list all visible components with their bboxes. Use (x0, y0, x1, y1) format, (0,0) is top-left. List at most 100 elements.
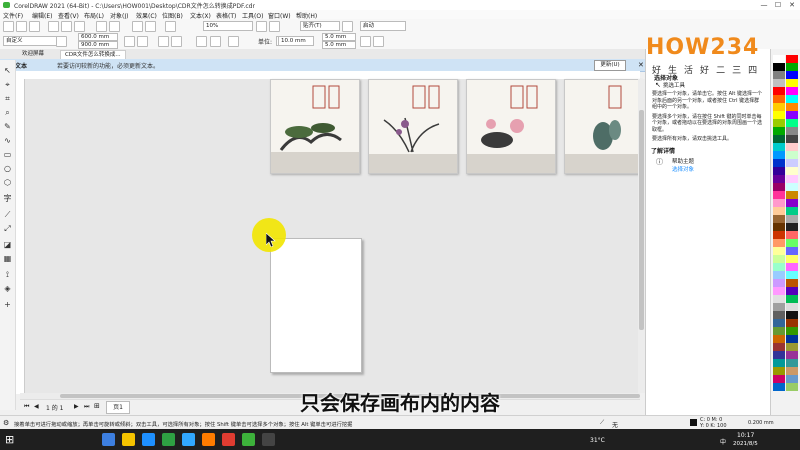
page-tab[interactable]: 页1 (106, 401, 130, 414)
color-swatch[interactable] (773, 63, 785, 71)
import-icon[interactable] (132, 21, 143, 32)
color-swatch[interactable] (786, 143, 798, 151)
color-swatch[interactable] (786, 343, 798, 351)
color-swatch[interactable] (773, 135, 785, 143)
full-screen-icon[interactable] (256, 21, 267, 32)
color-swatch[interactable] (786, 103, 798, 111)
update-button[interactable]: 更新(U) (594, 60, 626, 71)
current-page-icon[interactable] (171, 36, 182, 47)
last-page-icon[interactable]: ⏭ (84, 403, 89, 411)
maximize-button[interactable]: ☐ (771, 0, 785, 10)
color-swatch[interactable] (786, 247, 798, 255)
color-swatch[interactable] (773, 111, 785, 119)
color-swatch[interactable] (786, 319, 798, 327)
drop-shadow-icon[interactable]: ◪ (3, 240, 12, 249)
color-swatch[interactable] (773, 223, 785, 231)
color-swatch[interactable] (786, 303, 798, 311)
nudge-distance-input[interactable]: 10.0 mm (278, 36, 314, 46)
color-swatch[interactable] (773, 183, 785, 191)
color-swatch[interactable] (786, 359, 798, 367)
color-swatch[interactable] (786, 87, 798, 95)
portrait-icon[interactable] (124, 36, 135, 47)
blank-page[interactable] (270, 238, 362, 373)
color-swatch[interactable] (786, 127, 798, 135)
export-icon[interactable] (145, 21, 156, 32)
color-swatch[interactable] (786, 135, 798, 143)
duplicate-y-input[interactable]: 5.0 mm (322, 41, 356, 49)
color-swatch[interactable] (773, 167, 785, 175)
shape-tool-icon[interactable]: ⌖ (3, 80, 12, 89)
color-swatch[interactable] (773, 255, 785, 263)
rulers-icon[interactable] (269, 21, 280, 32)
artwork-page-4[interactable] (564, 79, 641, 174)
color-swatch[interactable] (773, 127, 785, 135)
tab-welcome[interactable]: 欢迎屏幕 (18, 50, 49, 59)
color-swatch[interactable] (773, 103, 785, 111)
close-button[interactable]: ✕ (785, 0, 799, 10)
help-topic-link[interactable]: 选择对象 (672, 165, 694, 173)
zoom-level-select[interactable]: 10% (203, 21, 253, 31)
next-page-icon[interactable]: ▶ (74, 403, 79, 410)
color-swatch[interactable] (773, 279, 785, 287)
color-swatch[interactable] (786, 207, 798, 215)
text-tool-icon[interactable]: 字 (3, 194, 12, 203)
artwork-page-2[interactable] (368, 79, 458, 174)
clock-date[interactable]: 2021/8/5 (733, 441, 758, 447)
color-swatch[interactable] (773, 359, 785, 367)
color-swatch[interactable] (786, 63, 798, 71)
coreldraw-taskbar-icon[interactable] (242, 433, 255, 446)
color-swatch[interactable] (786, 111, 798, 119)
color-swatch[interactable] (773, 79, 785, 87)
color-swatch[interactable] (786, 311, 798, 319)
polygon-tool-icon[interactable]: ⬡ (3, 178, 12, 187)
color-swatch[interactable] (773, 327, 785, 335)
color-swatch[interactable] (773, 55, 785, 63)
color-swatch[interactable] (773, 199, 785, 207)
color-swatch[interactable] (773, 303, 785, 311)
color-swatch[interactable] (786, 167, 798, 175)
color-swatch[interactable] (773, 271, 785, 279)
color-swatch[interactable] (786, 199, 798, 207)
color-swatch[interactable] (786, 175, 798, 183)
ellipse-tool-icon[interactable]: ○ (3, 164, 12, 173)
options-icon[interactable] (373, 36, 384, 47)
color-swatch[interactable] (773, 151, 785, 159)
color-swatch[interactable] (786, 183, 798, 191)
artistic-media-icon[interactable]: ∿ (3, 136, 12, 145)
cut-icon[interactable] (48, 21, 59, 32)
color-swatch[interactable] (773, 71, 785, 79)
color-swatch[interactable] (786, 71, 798, 79)
redo-icon[interactable] (109, 21, 120, 32)
color-swatch[interactable] (773, 159, 785, 167)
options-gear-icon[interactable] (342, 21, 353, 32)
first-page-icon[interactable]: ⏮ (24, 403, 29, 411)
color-swatch[interactable] (773, 311, 785, 319)
color-swatch[interactable] (786, 231, 798, 239)
color-swatch[interactable] (773, 319, 785, 327)
color-swatch[interactable] (773, 375, 785, 383)
color-swatch[interactable] (773, 215, 785, 223)
artwork-page-3[interactable] (466, 79, 556, 174)
photoshop-icon[interactable] (182, 433, 195, 446)
color-swatch[interactable] (773, 295, 785, 303)
windows-start-icon[interactable]: ⊞ (5, 433, 14, 446)
screen-recorder-icon[interactable] (262, 433, 275, 446)
save-icon[interactable] (29, 21, 40, 32)
color-swatch[interactable] (773, 239, 785, 247)
color-swatch[interactable] (773, 207, 785, 215)
page-preset-select[interactable]: 自定义 (3, 36, 57, 46)
vertical-scroll-thumb[interactable] (639, 110, 644, 330)
color-swatch[interactable] (786, 191, 798, 199)
color-swatch[interactable] (786, 223, 798, 231)
launch-select[interactable]: 启动 (360, 21, 406, 31)
freehand-tool-icon[interactable]: ✎ (3, 122, 12, 131)
color-swatch[interactable] (773, 343, 785, 351)
color-swatch[interactable] (773, 87, 785, 95)
copy-icon[interactable] (61, 21, 72, 32)
color-swatch[interactable] (773, 231, 785, 239)
bleed-icon[interactable] (196, 36, 207, 47)
wechat-icon[interactable] (162, 433, 175, 446)
color-swatch[interactable] (786, 327, 798, 335)
input-language[interactable]: 中 (720, 437, 726, 446)
paste-icon[interactable] (74, 21, 85, 32)
